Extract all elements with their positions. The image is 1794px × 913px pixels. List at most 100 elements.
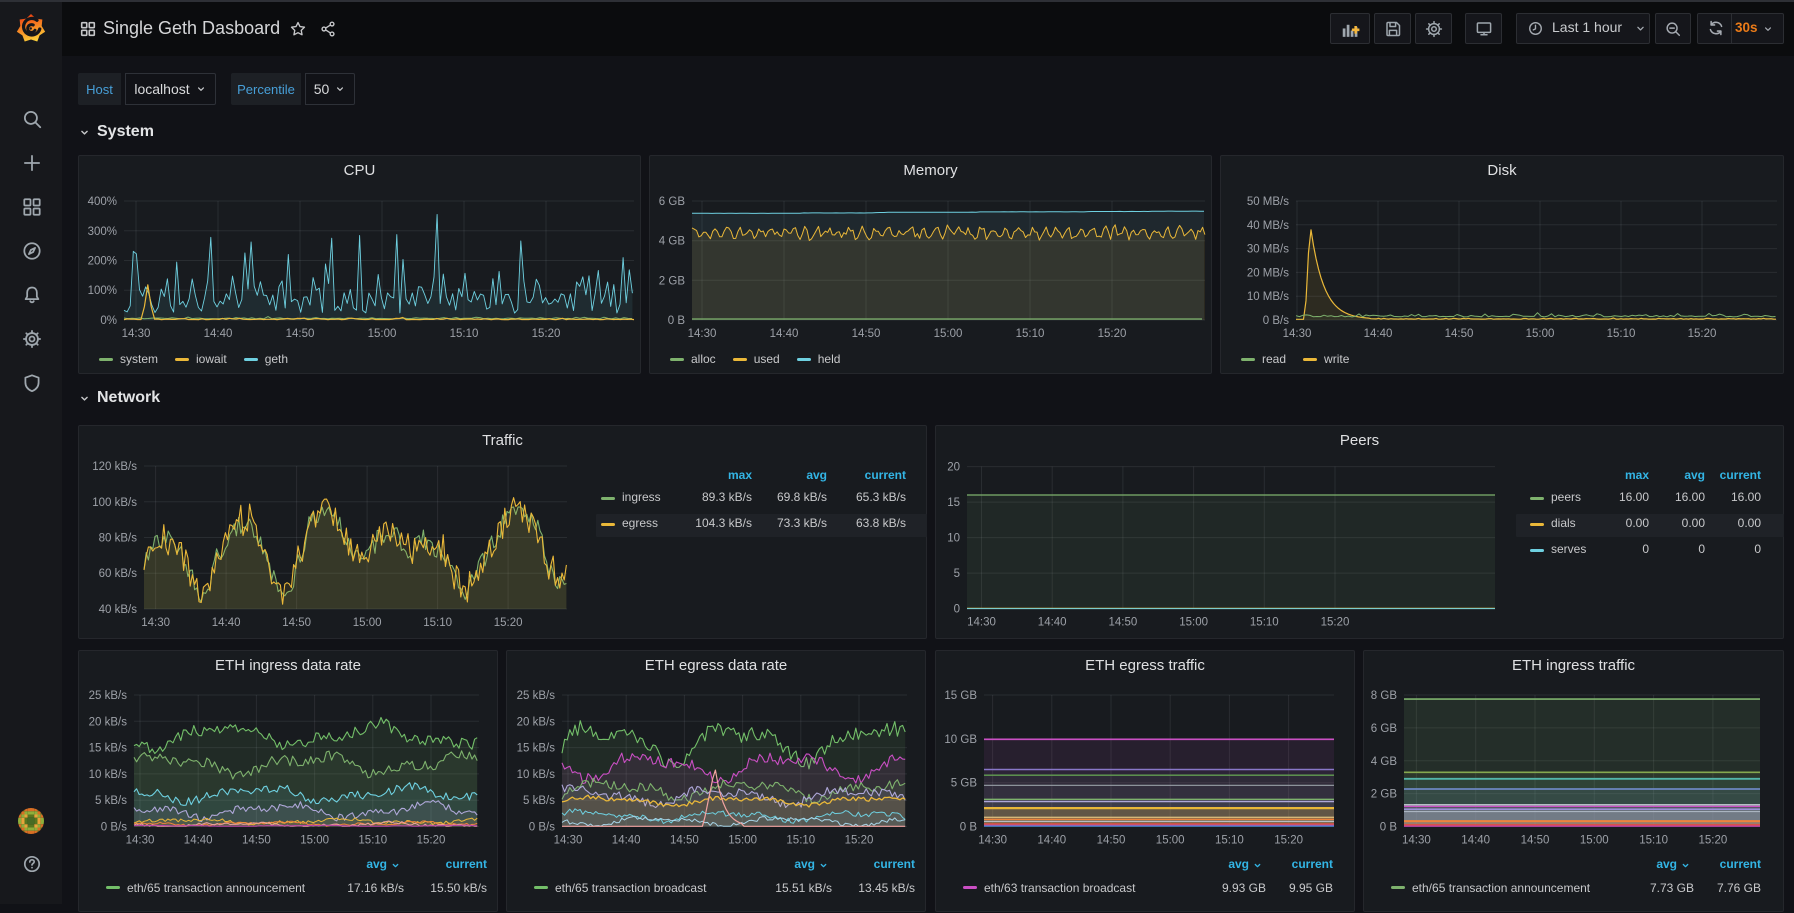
svg-text:14:50: 14:50: [286, 328, 315, 340]
svg-text:6 GB: 6 GB: [1371, 723, 1398, 735]
svg-text:15:10: 15:10: [1215, 835, 1244, 847]
svg-text:10 kB/s: 10 kB/s: [89, 769, 128, 781]
svg-text:14:50: 14:50: [242, 835, 271, 847]
svg-text:0 B/s: 0 B/s: [529, 822, 555, 834]
svg-text:0 B: 0 B: [960, 822, 978, 834]
svg-text:14:40: 14:40: [770, 328, 799, 340]
svg-text:15:10: 15:10: [1016, 328, 1045, 340]
svg-text:15:00: 15:00: [1580, 835, 1609, 847]
svg-text:0: 0: [954, 604, 960, 616]
svg-text:15:10: 15:10: [1607, 328, 1636, 340]
svg-text:14:50: 14:50: [670, 835, 699, 847]
svg-text:15:00: 15:00: [1156, 835, 1185, 847]
svg-text:40 MB/s: 40 MB/s: [1247, 220, 1289, 232]
svg-text:15:20: 15:20: [845, 835, 874, 847]
svg-text:20: 20: [947, 462, 960, 474]
svg-text:10 GB: 10 GB: [944, 734, 977, 746]
svg-text:5 kB/s: 5 kB/s: [523, 795, 555, 807]
svg-text:15:00: 15:00: [1526, 328, 1555, 340]
svg-text:15:10: 15:10: [358, 835, 387, 847]
svg-text:15 kB/s: 15 kB/s: [89, 743, 128, 755]
svg-text:10: 10: [947, 533, 960, 545]
svg-text:15:20: 15:20: [1688, 328, 1717, 340]
svg-text:40 kB/s: 40 kB/s: [99, 604, 138, 616]
svg-text:14:30: 14:30: [141, 617, 170, 629]
svg-text:0 B: 0 B: [1380, 822, 1398, 834]
svg-text:15:00: 15:00: [353, 617, 382, 629]
svg-text:10 kB/s: 10 kB/s: [517, 769, 556, 781]
svg-text:14:30: 14:30: [978, 835, 1007, 847]
svg-text:14:30: 14:30: [554, 835, 583, 847]
svg-text:15:00: 15:00: [368, 328, 397, 340]
svg-text:20 kB/s: 20 kB/s: [517, 716, 556, 728]
svg-text:14:40: 14:40: [184, 835, 213, 847]
svg-text:14:40: 14:40: [204, 328, 233, 340]
svg-text:15:20: 15:20: [1098, 328, 1127, 340]
svg-text:14:40: 14:40: [1038, 617, 1067, 629]
svg-text:14:50: 14:50: [1521, 835, 1550, 847]
svg-text:25 kB/s: 25 kB/s: [517, 690, 556, 702]
svg-text:20 MB/s: 20 MB/s: [1247, 267, 1289, 279]
svg-text:15 GB: 15 GB: [944, 690, 977, 702]
svg-text:14:50: 14:50: [282, 617, 311, 629]
svg-text:25 kB/s: 25 kB/s: [89, 690, 128, 702]
svg-text:120 kB/s: 120 kB/s: [92, 461, 137, 473]
svg-text:15: 15: [947, 497, 960, 509]
svg-text:15:00: 15:00: [1179, 617, 1208, 629]
svg-text:15:00: 15:00: [934, 328, 963, 340]
svg-text:15:10: 15:10: [450, 328, 479, 340]
svg-text:10 MB/s: 10 MB/s: [1247, 291, 1289, 303]
svg-text:14:40: 14:40: [612, 835, 641, 847]
svg-text:15:10: 15:10: [786, 835, 815, 847]
svg-text:0%: 0%: [100, 315, 117, 327]
svg-text:14:30: 14:30: [1283, 328, 1312, 340]
svg-text:14:40: 14:40: [1461, 835, 1490, 847]
svg-text:14:50: 14:50: [852, 328, 881, 340]
svg-text:2 GB: 2 GB: [659, 275, 686, 287]
svg-text:8 GB: 8 GB: [1371, 690, 1398, 702]
svg-text:15:20: 15:20: [532, 328, 561, 340]
svg-text:4 GB: 4 GB: [659, 236, 686, 248]
svg-text:15:20: 15:20: [1274, 835, 1303, 847]
svg-text:14:50: 14:50: [1445, 328, 1474, 340]
svg-text:14:30: 14:30: [688, 328, 717, 340]
svg-text:14:50: 14:50: [1097, 835, 1126, 847]
svg-text:15:20: 15:20: [417, 835, 446, 847]
svg-text:60 kB/s: 60 kB/s: [99, 568, 138, 580]
svg-text:14:30: 14:30: [122, 328, 151, 340]
svg-text:30 MB/s: 30 MB/s: [1247, 244, 1289, 256]
svg-text:15:00: 15:00: [300, 835, 329, 847]
svg-text:5: 5: [954, 568, 960, 580]
svg-text:15:10: 15:10: [1250, 617, 1279, 629]
svg-text:0 B: 0 B: [668, 315, 686, 327]
svg-text:0 B/s: 0 B/s: [1263, 315, 1289, 327]
svg-text:300%: 300%: [88, 226, 117, 238]
svg-text:14:50: 14:50: [1109, 617, 1138, 629]
svg-text:100%: 100%: [88, 285, 117, 297]
svg-text:14:40: 14:40: [212, 617, 241, 629]
svg-text:14:40: 14:40: [1364, 328, 1393, 340]
svg-text:6 GB: 6 GB: [659, 196, 686, 208]
svg-text:14:40: 14:40: [1037, 835, 1066, 847]
svg-text:15:00: 15:00: [728, 835, 757, 847]
svg-text:80 kB/s: 80 kB/s: [99, 533, 138, 545]
svg-text:0 B/s: 0 B/s: [101, 822, 127, 834]
svg-text:14:30: 14:30: [1402, 835, 1431, 847]
svg-text:15:10: 15:10: [1639, 835, 1668, 847]
svg-text:20 kB/s: 20 kB/s: [89, 716, 128, 728]
svg-text:200%: 200%: [88, 256, 117, 268]
svg-text:15 kB/s: 15 kB/s: [517, 743, 556, 755]
svg-text:15:20: 15:20: [1699, 835, 1728, 847]
svg-text:14:30: 14:30: [967, 617, 996, 629]
svg-text:15:20: 15:20: [1321, 617, 1350, 629]
svg-text:5 kB/s: 5 kB/s: [95, 795, 127, 807]
svg-text:14:30: 14:30: [126, 835, 155, 847]
svg-text:100 kB/s: 100 kB/s: [92, 497, 137, 509]
svg-text:4 GB: 4 GB: [1371, 756, 1398, 768]
svg-text:2 GB: 2 GB: [1371, 789, 1398, 801]
svg-text:5 GB: 5 GB: [951, 778, 978, 790]
svg-text:15:20: 15:20: [494, 617, 523, 629]
svg-text:50 MB/s: 50 MB/s: [1247, 196, 1289, 208]
svg-text:15:10: 15:10: [423, 617, 452, 629]
svg-text:400%: 400%: [88, 196, 117, 208]
